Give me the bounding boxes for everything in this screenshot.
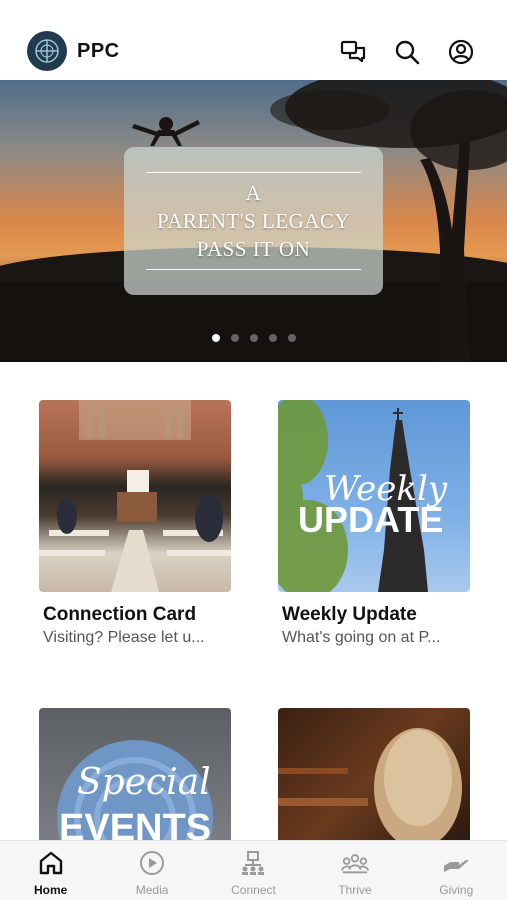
tab-home[interactable]: Home (0, 841, 101, 900)
special-events-tile[interactable]: Special EVENTS (39, 708, 231, 840)
tab-label: Media (135, 883, 169, 897)
steeple-photo: Weekly UPDATE (278, 400, 470, 592)
tab-label: Home (34, 883, 68, 897)
group-icon (340, 849, 369, 877)
bottom-tab-bar: Home Media Connect Thrive Giving (0, 840, 507, 900)
tab-label: Connect (231, 883, 276, 897)
weekly-update-tile[interactable]: Weekly UPDATE Weekly Update What's going… (278, 400, 470, 647)
tile-title: Connection Card (43, 604, 197, 625)
overlay-script-text: Special (77, 762, 211, 803)
hero-line-2: PARENT'S LEGACY (156, 209, 351, 233)
home-icon (37, 849, 65, 877)
church-choir-photo (39, 400, 231, 592)
special-events-photo: Special EVENTS (39, 708, 231, 840)
connect-icon (239, 849, 267, 877)
tab-giving[interactable]: Giving (406, 841, 507, 900)
giving-hand-icon (442, 849, 470, 877)
search-icon[interactable] (393, 38, 421, 66)
hero-banner[interactable]: A PARENT'S LEGACY PASS IT ON (0, 80, 507, 362)
top-divider (146, 172, 361, 173)
hero-line-1: A (245, 181, 262, 205)
profile-icon[interactable] (447, 38, 475, 66)
tab-connect[interactable]: Connect (203, 841, 304, 900)
tab-label: Giving (439, 883, 474, 897)
hero-title-card: A PARENT'S LEGACY PASS IT ON (124, 147, 383, 295)
carousel-dot[interactable] (268, 334, 277, 342)
bottom-divider (146, 269, 361, 270)
logo-icon[interactable] (27, 31, 67, 71)
carousel-dot[interactable] (230, 334, 239, 342)
tile-subtitle: What's going on at P... (282, 629, 441, 646)
tile-subtitle: Visiting? Please let u... (43, 629, 205, 646)
carousel-dot[interactable] (249, 334, 258, 342)
sermon-tile[interactable] (278, 708, 470, 840)
woman-in-pew-photo (278, 708, 470, 840)
carousel-pagination (0, 334, 507, 342)
tab-thrive[interactable]: Thrive (304, 841, 405, 900)
tab-label: Thrive (338, 883, 372, 897)
play-icon (138, 849, 166, 877)
overlay-caps-text: EVENTS (59, 807, 211, 840)
app-name: PPC (77, 40, 120, 62)
overlay-caps-text: UPDATE (298, 499, 443, 540)
connection-card-tile[interactable]: Connection Card Visiting? Please let u..… (39, 400, 231, 647)
tile-title: Weekly Update (282, 604, 417, 625)
chat-icon[interactable] (339, 38, 367, 66)
app-header: PPC (0, 0, 507, 80)
tab-media[interactable]: Media (101, 841, 202, 900)
carousel-dot[interactable] (287, 334, 296, 342)
carousel-dot[interactable] (211, 334, 220, 342)
hero-line-3: PASS IT ON (196, 237, 311, 261)
